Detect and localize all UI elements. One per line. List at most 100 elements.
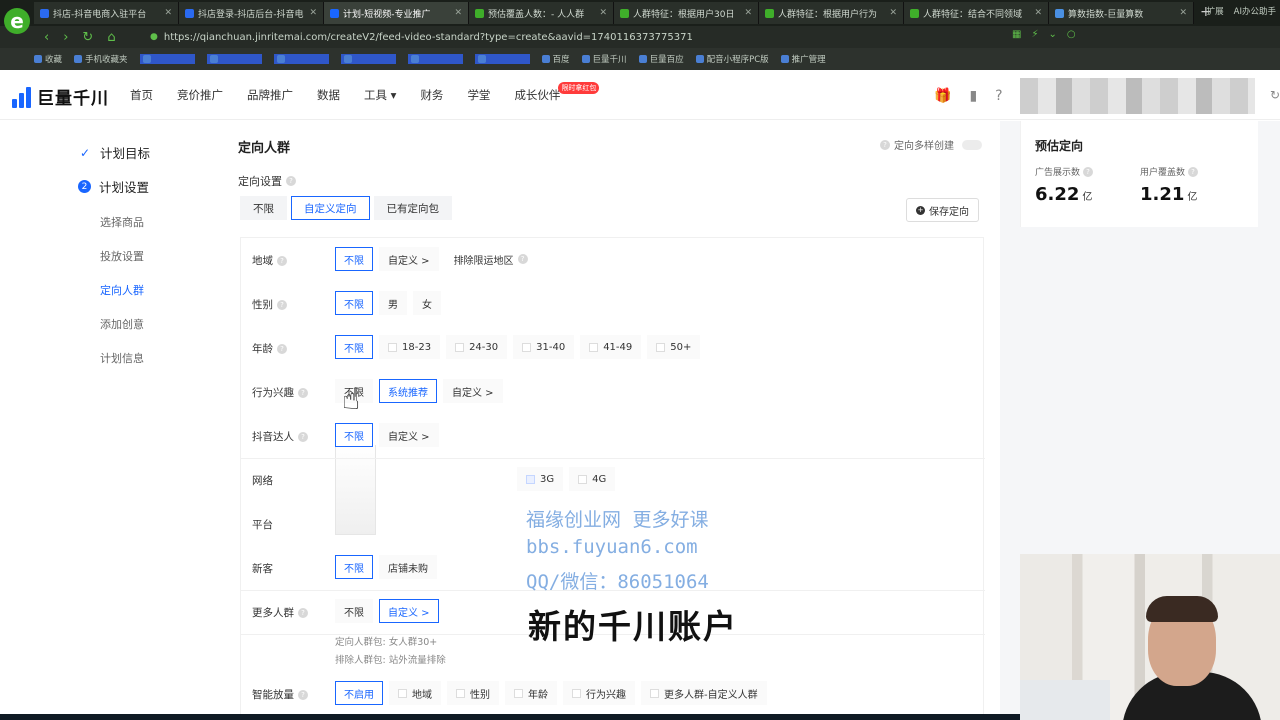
targeting-mode-option[interactable]: 已有定向包 xyxy=(373,196,452,220)
option-button[interactable]: 女 xyxy=(413,291,441,315)
step-plan-goal[interactable]: ✓ 计划目标 xyxy=(78,143,150,162)
checkbox-icon[interactable] xyxy=(455,342,465,352)
option-button[interactable]: 不限 xyxy=(335,555,373,579)
tab-close-icon[interactable]: ✕ xyxy=(309,8,317,18)
checkbox-icon[interactable] xyxy=(398,688,407,698)
home-icon[interactable]: ⌂ xyxy=(107,30,115,45)
toggle-switch[interactable] xyxy=(962,139,982,150)
option-button[interactable]: 系统推荐 xyxy=(379,379,437,403)
checkbox-icon[interactable] xyxy=(456,688,465,698)
nav-item[interactable]: 品牌推广 xyxy=(247,87,293,103)
option-button[interactable]: 24-30 xyxy=(446,335,508,359)
browser-tab[interactable]: 抖店登录-抖店后台-抖音电 ✕ xyxy=(179,2,324,24)
option-button[interactable]: 排除限运地区? xyxy=(445,247,537,271)
option-button[interactable]: 31-40 xyxy=(513,335,575,359)
brand-logo[interactable]: 巨量千川 xyxy=(12,84,109,109)
browser-tab[interactable]: 人群特征：根据用户行为 ✕ xyxy=(759,2,904,24)
nav-item[interactable]: 竞价推广 xyxy=(177,87,223,103)
browser-tab[interactable]: 人群特征：结合不同领域 ✕ xyxy=(904,2,1049,24)
tab-close-icon[interactable]: ✕ xyxy=(889,8,897,18)
browser-tab[interactable]: 算数指数-巨量算数 ✕ xyxy=(1049,2,1194,24)
checkbox-icon[interactable] xyxy=(388,342,397,352)
checkbox-icon[interactable] xyxy=(526,474,535,484)
option-button[interactable]: 4G xyxy=(569,467,616,491)
browser-tab[interactable]: 计划-短视频-专业推广 ✕ xyxy=(324,2,469,24)
checkbox-icon[interactable] xyxy=(650,688,659,698)
substep-item[interactable]: 定向人群 xyxy=(100,282,144,298)
bookmark-item[interactable]: 百度 xyxy=(541,53,570,65)
substep-item[interactable]: 添加创意 xyxy=(100,316,144,332)
option-button[interactable]: 不限 xyxy=(335,291,373,315)
gift-icon[interactable]: 🎁 xyxy=(934,88,951,104)
option-button[interactable]: 年龄 xyxy=(505,681,557,705)
bookmark-item[interactable]: 收藏 xyxy=(34,53,62,65)
substep-item[interactable]: 计划信息 xyxy=(100,350,144,366)
substep-item[interactable]: 投放设置 xyxy=(100,248,144,264)
bookmark-item[interactable] xyxy=(139,54,195,64)
document-icon[interactable]: ▮ xyxy=(969,88,977,104)
option-button[interactable]: 自定义 > xyxy=(379,423,439,447)
checkbox-icon[interactable] xyxy=(572,688,581,698)
url-field[interactable]: ● https://qianchuan.jinritemai.com/creat… xyxy=(150,29,1010,45)
bookmark-item[interactable]: 配音小程序PC版 xyxy=(695,53,769,65)
bookmark-item[interactable] xyxy=(273,54,329,64)
option-button[interactable]: 41-49 xyxy=(580,335,642,359)
option-button[interactable]: 行为兴趣 xyxy=(563,681,635,705)
checkbox-icon[interactable] xyxy=(578,474,588,484)
search-icon[interactable]: ○ xyxy=(1067,29,1076,40)
multi-create-toggle[interactable]: ? 定向多样创建 xyxy=(880,137,982,152)
tab-close-icon[interactable]: ✕ xyxy=(744,8,752,18)
bookmark-item[interactable] xyxy=(206,54,262,64)
option-button[interactable]: 男 xyxy=(379,291,407,315)
option-button[interactable]: 不启用 xyxy=(335,681,383,705)
help-icon[interactable]: ? xyxy=(995,88,1002,104)
dropdown-icon[interactable]: ⌄ xyxy=(1048,29,1056,40)
option-button[interactable]: 自定义 > xyxy=(443,379,503,403)
extension-icon[interactable]: ▦ xyxy=(1012,29,1021,40)
tab-close-icon[interactable]: ✕ xyxy=(164,8,172,18)
step-plan-settings[interactable]: 2 计划设置 xyxy=(78,177,149,196)
refresh-icon[interactable]: ↻ xyxy=(1270,88,1280,102)
option-button[interactable]: 不限 xyxy=(335,335,373,359)
targeting-mode-option[interactable]: 自定义定向 xyxy=(291,196,370,220)
extensions-link[interactable]: 扩展 xyxy=(1207,5,1224,17)
nav-item[interactable]: 首页 xyxy=(130,87,153,103)
substep-item[interactable]: 选择商品 xyxy=(100,214,144,230)
back-icon[interactable]: ‹ xyxy=(44,30,49,45)
option-button[interactable]: 自定义 > xyxy=(379,247,439,271)
nav-item[interactable]: 学堂 xyxy=(467,87,490,103)
checkbox-icon[interactable] xyxy=(656,342,666,352)
nav-item[interactable]: 成长伙伴 限时拿红包 xyxy=(514,82,600,103)
browser-tab[interactable]: 人群特征：根据用户30日 ✕ xyxy=(614,2,759,24)
forward-icon[interactable]: › xyxy=(63,30,68,45)
targeting-mode-option[interactable]: 不限 xyxy=(240,196,287,220)
reload-icon[interactable]: ↻ xyxy=(82,30,93,45)
option-button[interactable]: 18-23 xyxy=(379,335,441,359)
option-button[interactable]: 不限 xyxy=(335,247,373,271)
browser-tab[interactable]: 抖店-抖音电商入驻平台 ✕ xyxy=(34,2,179,24)
save-targeting-button[interactable]: + 保存定向 xyxy=(906,198,979,222)
bookmark-item[interactable] xyxy=(340,54,396,64)
bolt-icon[interactable]: ⚡ xyxy=(1031,29,1038,40)
tab-close-icon[interactable]: ✕ xyxy=(1179,8,1187,18)
account-info-blurred[interactable] xyxy=(1020,78,1255,114)
tab-close-icon[interactable]: ✕ xyxy=(454,8,462,18)
option-button[interactable]: 性别 xyxy=(447,681,499,705)
bookmark-item[interactable]: 推广管理 xyxy=(780,53,826,65)
nav-item[interactable]: 财务 xyxy=(420,87,443,103)
tab-close-icon[interactable]: ✕ xyxy=(599,8,607,18)
option-button[interactable]: 店铺未购 xyxy=(379,555,437,579)
nav-item[interactable]: 工具 ▾ xyxy=(364,87,396,103)
option-button[interactable]: 不限 xyxy=(335,423,373,447)
option-button[interactable]: 自定义 > xyxy=(379,599,439,623)
option-button[interactable]: 不限 xyxy=(335,599,373,623)
checkbox-icon[interactable] xyxy=(589,342,599,352)
ai-assistant-link[interactable]: AI办公助手 xyxy=(1234,5,1276,17)
option-button[interactable]: 更多人群-自定义人群 xyxy=(641,681,767,705)
option-button[interactable]: 50+ xyxy=(647,335,701,359)
bookmark-item[interactable]: 手机收藏夹 xyxy=(74,53,128,65)
bookmark-item[interactable]: 巨量百应 xyxy=(638,53,684,65)
checkbox-icon[interactable] xyxy=(514,688,523,698)
option-button[interactable]: 3G xyxy=(517,467,564,491)
checkbox-icon[interactable] xyxy=(522,342,532,352)
